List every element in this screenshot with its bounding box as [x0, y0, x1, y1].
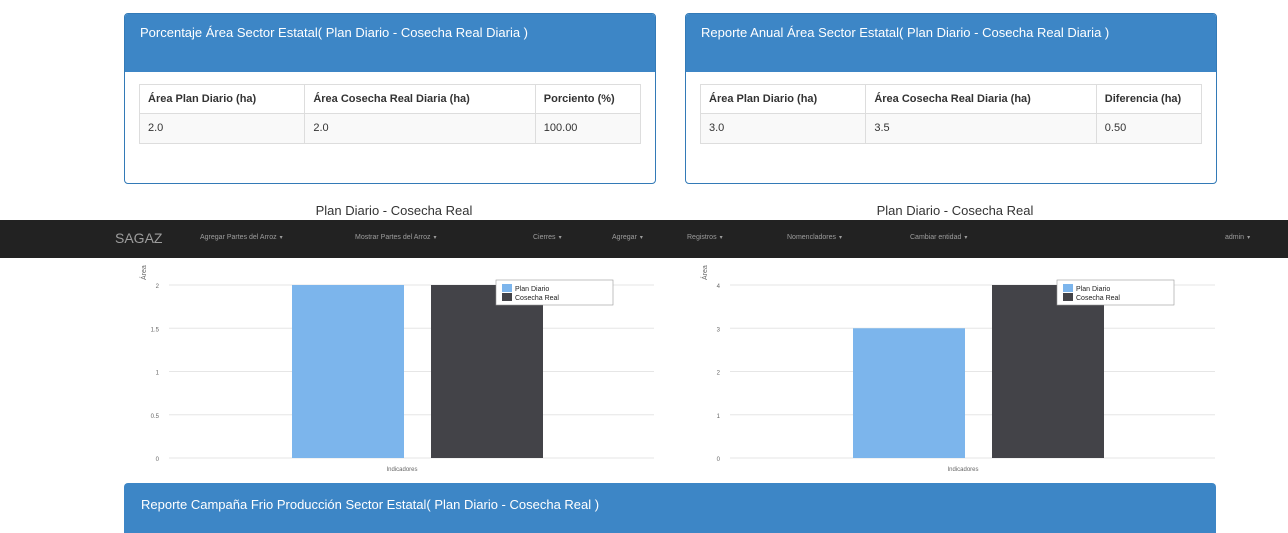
y-tick-label: 3 [717, 327, 721, 333]
x-axis-label: Indicadores [386, 467, 417, 473]
y-tick-label: 2 [717, 371, 721, 377]
table-row: 3.0 3.5 0.50 [699, 113, 1203, 144]
column-header: Área Plan Diario (ha) [138, 84, 306, 114]
nav-label: Agregar [612, 234, 637, 241]
data-table: Área Plan Diario (ha) Área Cosecha Real … [138, 84, 642, 144]
nav-agregar[interactable]: Agregar ▾ [612, 234, 643, 241]
column-header: Área Cosecha Real Diaria (ha) [304, 84, 536, 114]
chart-legend: Plan Diario Cosecha Real [1056, 279, 1175, 306]
caret-down-icon: ▾ [964, 235, 968, 241]
bar-cosecha-real [431, 285, 543, 458]
nav-label: Registros [687, 234, 717, 241]
bar-plan-diario [292, 285, 404, 458]
y-tick-label: 4 [717, 284, 721, 290]
table-cell: 3.0 [699, 113, 867, 144]
legend-label: Plan Diario [515, 286, 549, 293]
nav-registros[interactable]: Registros ▾ [687, 234, 723, 241]
table-cell: 3.5 [865, 113, 1097, 144]
caret-down-icon: ▾ [839, 235, 843, 241]
table-cell: 2.0 [138, 113, 306, 144]
bar-cosecha-real [992, 285, 1104, 458]
caret-down-icon: ▾ [279, 235, 283, 241]
legend-label: Cosecha Real [1076, 295, 1120, 302]
nav-cambiar-entidad[interactable]: Cambiar entidad ▾ [910, 234, 967, 241]
table-cell: 0.50 [1095, 113, 1203, 144]
brand-logo[interactable]: SAGAZ [115, 230, 162, 246]
y-tick-label: 0 [156, 457, 160, 463]
nav-label: Cambiar entidad [910, 234, 962, 241]
data-table: Área Plan Diario (ha) Área Cosecha Real … [699, 84, 1203, 144]
legend-label: Plan Diario [1076, 286, 1110, 293]
y-tick-label: 0.5 [151, 414, 160, 420]
legend-swatch [1063, 293, 1073, 301]
table-row: 2.0 2.0 100.00 [138, 113, 642, 144]
legend-swatch [502, 284, 512, 292]
y-tick-label: 1 [156, 371, 160, 377]
panel-title: Porcentaje Área Sector Estatal( Plan Dia… [125, 14, 655, 72]
chart-left: Área 0 0.5 1 1.5 2 Indicadores Plan Diario Cosec… [139, 265, 654, 473]
panel-porcentaje-area: Porcentaje Área Sector Estatal( Plan Dia… [124, 13, 656, 184]
nav-label: Agregar Partes del Arroz [200, 234, 277, 241]
nav-label: Cierres [533, 234, 556, 241]
y-tick-label: 2 [156, 284, 160, 290]
chart-title-left: Plan Diario - Cosecha Real [315, 203, 473, 218]
nav-label: Mostrar Partes del Arroz [355, 234, 431, 241]
caret-down-icon: ▾ [1247, 235, 1251, 241]
x-axis-label: Indicadores [947, 467, 978, 473]
column-header: Área Plan Diario (ha) [699, 84, 867, 114]
bar-plan-diario [853, 328, 965, 458]
legend-swatch [502, 293, 512, 301]
user-name: admin [1225, 234, 1245, 241]
caret-down-icon: ▾ [639, 235, 643, 241]
nav-mostrar-partes[interactable]: Mostrar Partes del Arroz ▾ [355, 234, 436, 241]
nav-nomencladores[interactable]: Nomencladores ▾ [787, 234, 842, 241]
nav-label: Nomencladores [787, 234, 837, 241]
navbar: SAGAZ Agregar Partes del Arroz ▾ Mostrar … [0, 220, 1288, 258]
column-header: Área Cosecha Real Diaria (ha) [865, 84, 1097, 114]
y-tick-label: 1.5 [151, 327, 160, 333]
panel-title: Reporte Campaña Frio Producción Sector E… [141, 497, 600, 512]
table-cell: 2.0 [304, 113, 536, 144]
caret-down-icon: ▾ [558, 235, 562, 241]
nav-cierres[interactable]: Cierres ▾ [533, 234, 562, 241]
column-header: Diferencia (ha) [1095, 84, 1203, 114]
panel-reporte-anual: Reporte Anual Área Sector Estatal( Plan … [685, 13, 1217, 184]
chart-legend: Plan Diario Cosecha Real [495, 279, 614, 306]
caret-down-icon: ▾ [719, 235, 723, 241]
chart-right: Área 0 1 2 3 4 Indicadores Plan Diario Cosecha R… [700, 265, 1215, 473]
nav-agregar-partes[interactable]: Agregar Partes del Arroz ▾ [200, 234, 283, 241]
legend-label: Cosecha Real [515, 295, 559, 302]
column-header: Porciento (%) [534, 84, 642, 114]
chart-title-right: Plan Diario - Cosecha Real [876, 203, 1034, 218]
caret-down-icon: ▾ [433, 235, 437, 241]
y-axis-label: Área [700, 265, 709, 280]
y-tick-label: 1 [717, 414, 721, 420]
y-axis-label: Área [139, 265, 148, 280]
y-tick-label: 0 [717, 457, 721, 463]
panel-title: Reporte Anual Área Sector Estatal( Plan … [686, 14, 1216, 72]
table-cell: 100.00 [534, 113, 642, 144]
nav-user-menu[interactable]: admin ▾ [1225, 234, 1250, 241]
legend-swatch [1063, 284, 1073, 292]
panel-reporte-campana: Reporte Campaña Frio Producción Sector E… [124, 483, 1216, 533]
